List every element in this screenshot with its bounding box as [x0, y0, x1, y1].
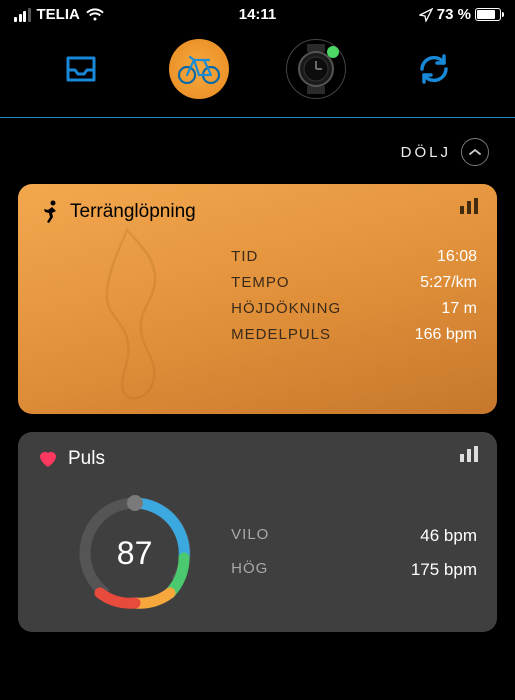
cellular-signal-icon — [14, 8, 31, 22]
stat-avghr-value: 166 bpm — [415, 326, 477, 344]
chevron-up-icon — [469, 148, 481, 156]
activity-chart-button[interactable] — [459, 198, 479, 219]
pulse-stats: VILO 46 bpm HÖG 175 bpm — [231, 526, 477, 580]
pulse-chart-button[interactable] — [459, 446, 479, 467]
battery-icon — [475, 8, 501, 21]
activity-header: Terränglöpning — [38, 200, 477, 224]
battery-percent-label: 73 % — [437, 6, 471, 23]
pulse-rest-label: VILO — [231, 526, 269, 546]
pulse-current-value: 87 — [117, 535, 153, 572]
nav-watch[interactable] — [286, 39, 346, 99]
bicycle-icon — [177, 54, 221, 84]
status-right: 73 % — [419, 6, 501, 23]
route-outline-icon — [72, 222, 182, 412]
nav-bike[interactable] — [169, 39, 229, 99]
pulse-rest-value: 46 bpm — [420, 526, 477, 546]
activity-distance: 2,95 KILOMETER — [38, 248, 231, 414]
stat-pace-label: TEMPO — [231, 274, 289, 292]
activity-title: Terränglöpning — [70, 201, 196, 223]
nav-inbox[interactable] — [51, 39, 111, 99]
activity-stats: TID 16:08 TEMPO 5:27/km HÖJDÖKNING 17 m MED… — [231, 248, 477, 414]
carrier-label: TELIA — [37, 6, 80, 23]
location-icon — [419, 8, 433, 22]
sync-icon — [416, 51, 452, 87]
wifi-icon — [86, 8, 104, 22]
clock-label: 14:11 — [239, 6, 277, 23]
top-nav — [0, 25, 515, 118]
pulse-card[interactable]: Puls 87 VILO 46 bpm HÖG 175 bpm — [18, 432, 497, 632]
bar-chart-icon — [459, 446, 479, 462]
pulse-title: Puls — [68, 448, 105, 470]
stat-pace-value: 5:27/km — [420, 274, 477, 292]
pulse-gauge: 87 — [38, 488, 231, 618]
bar-chart-icon — [459, 198, 479, 214]
pulse-header: Puls — [38, 448, 477, 470]
hide-label: DÖLJ — [401, 144, 451, 161]
stat-elev-label: HÖJDÖKNING — [231, 300, 341, 318]
status-bar: TELIA 14:11 73 % — [0, 0, 515, 25]
stat-time-label: TID — [231, 248, 258, 266]
status-left: TELIA — [14, 6, 104, 23]
activity-card[interactable]: Terränglöpning 2,95 KILOMETER TID 16:08 T… — [18, 184, 497, 414]
heart-icon — [38, 450, 58, 468]
hide-row: DÖLJ — [0, 118, 515, 180]
inbox-icon — [66, 56, 96, 82]
pulse-high-value: 175 bpm — [411, 560, 477, 580]
stat-avghr-label: MEDELPULS — [231, 326, 331, 344]
stat-time-value: 16:08 — [437, 248, 477, 266]
nav-sync[interactable] — [404, 39, 464, 99]
collapse-button[interactable] — [461, 138, 489, 166]
runner-icon — [38, 200, 60, 224]
pulse-high-label: HÖG — [231, 560, 268, 580]
stat-elev-value: 17 m — [441, 300, 477, 318]
